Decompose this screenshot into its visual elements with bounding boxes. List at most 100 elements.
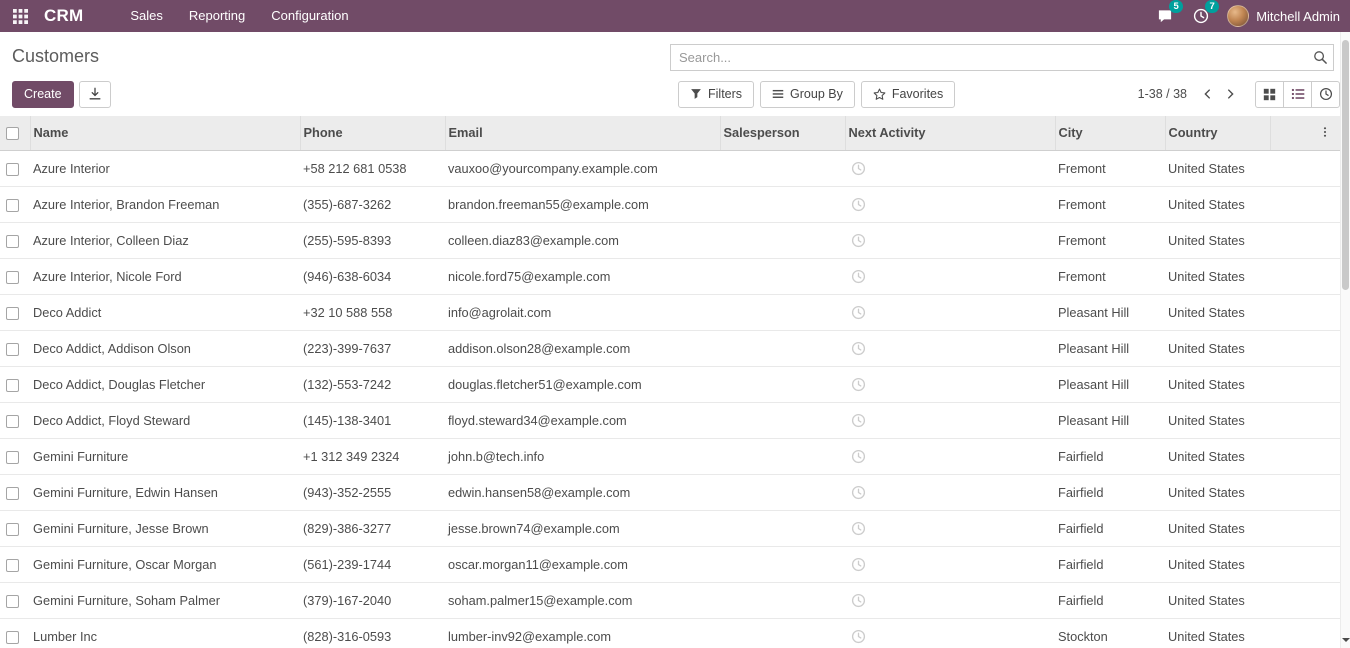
search-icon[interactable] [1307,45,1333,70]
app-title[interactable]: CRM [44,6,83,26]
cell-salesperson [720,186,845,222]
favorites-button[interactable]: Favorites [861,81,955,108]
cell-phone: (829)-386-3277 [300,510,445,546]
cell-email: john.b@tech.info [445,438,720,474]
activity-clock-icon[interactable] [851,233,866,248]
column-header-country[interactable]: Country [1165,116,1270,150]
filters-button[interactable]: Filters [678,81,754,108]
customer-list: Name Phone Email Salesperson Next Activi… [0,116,1340,648]
table-row[interactable]: Gemini Furniture +1 312 349 2324 john.b@… [0,438,1340,474]
group-by-button[interactable]: Group By [760,81,855,108]
cell-filler [1270,510,1340,546]
cell-country: United States [1165,618,1270,648]
scrollbar-down-arrow[interactable] [1341,634,1350,648]
activities-menu[interactable]: 7 [1191,5,1211,27]
table-row[interactable]: Gemini Furniture, Jesse Brown (829)-386-… [0,510,1340,546]
vertical-dots-icon [1319,125,1331,139]
pager-next-button[interactable] [1219,82,1241,106]
cell-email: brandon.freeman55@example.com [445,186,720,222]
row-checkbox[interactable] [6,271,19,284]
row-checkbox-cell [0,510,30,546]
activity-clock-icon[interactable] [851,629,866,644]
row-checkbox-cell [0,258,30,294]
table-row[interactable]: Lumber Inc (828)-316-0593 lumber-inv92@e… [0,618,1340,648]
row-checkbox[interactable] [6,487,19,500]
menu-reporting[interactable]: Reporting [176,0,258,32]
apps-grid-icon[interactable] [6,0,34,32]
activity-clock-icon[interactable] [851,449,866,464]
row-checkbox[interactable] [6,523,19,536]
cell-next-activity [845,150,1055,186]
search-input[interactable] [671,50,1307,65]
row-checkbox[interactable] [6,595,19,608]
row-checkbox-cell [0,150,30,186]
optional-columns-cell [1270,116,1340,150]
cell-phone: (145)-138-3401 [300,402,445,438]
table-row[interactable]: Gemini Furniture, Oscar Morgan (561)-239… [0,546,1340,582]
row-checkbox[interactable] [6,379,19,392]
activity-view-button[interactable] [1311,81,1340,108]
row-checkbox[interactable] [6,307,19,320]
activity-clock-icon[interactable] [851,593,866,608]
row-checkbox[interactable] [6,631,19,644]
column-header-email[interactable]: Email [445,116,720,150]
row-checkbox[interactable] [6,235,19,248]
row-checkbox[interactable] [6,163,19,176]
activity-clock-icon[interactable] [851,269,866,284]
activity-clock-icon[interactable] [851,521,866,536]
table-row[interactable]: Gemini Furniture, Edwin Hansen (943)-352… [0,474,1340,510]
create-button[interactable]: Create [12,81,74,108]
activity-clock-icon[interactable] [851,557,866,572]
vertical-scrollbar [1340,32,1350,648]
activity-clock-icon[interactable] [851,161,866,176]
cell-country: United States [1165,186,1270,222]
activity-clock-icon[interactable] [851,485,866,500]
column-header-phone[interactable]: Phone [300,116,445,150]
control-panel: Customers Create Filters Group By [0,32,1350,116]
pager-previous-button[interactable] [1197,82,1219,106]
cell-country: United States [1165,258,1270,294]
table-row[interactable]: Deco Addict +32 10 588 558 info@agrolait… [0,294,1340,330]
column-header-name[interactable]: Name [30,116,300,150]
activity-clock-icon[interactable] [851,341,866,356]
cell-name: Gemini Furniture, Edwin Hansen [30,474,300,510]
export-button[interactable] [79,81,111,108]
column-header-city[interactable]: City [1055,116,1165,150]
row-checkbox[interactable] [6,451,19,464]
column-header-next-activity[interactable]: Next Activity [845,116,1055,150]
cell-salesperson [720,618,845,648]
kanban-view-button[interactable] [1255,81,1284,108]
navbar-systray: 5 7 Mitchell Admin [1155,5,1340,27]
table-row[interactable]: Azure Interior, Brandon Freeman (355)-68… [0,186,1340,222]
activity-clock-icon[interactable] [851,197,866,212]
table-row[interactable]: Azure Interior, Colleen Diaz (255)-595-8… [0,222,1340,258]
list-view-icon [1291,87,1305,101]
column-header-salesperson[interactable]: Salesperson [720,116,845,150]
activity-clock-icon[interactable] [851,413,866,428]
search-options: Filters Group By Favorites [678,81,955,108]
optional-columns-toggle[interactable] [1316,123,1334,141]
cell-country: United States [1165,294,1270,330]
row-checkbox[interactable] [6,343,19,356]
row-checkbox[interactable] [6,415,19,428]
list-view-button[interactable] [1283,81,1312,108]
activity-clock-icon[interactable] [851,305,866,320]
scrollbar-thumb[interactable] [1342,40,1349,290]
table-row[interactable]: Gemini Furniture, Soham Palmer (379)-167… [0,582,1340,618]
cell-email: floyd.steward34@example.com [445,402,720,438]
cell-next-activity [845,258,1055,294]
cell-next-activity [845,294,1055,330]
table-row[interactable]: Deco Addict, Floyd Steward (145)-138-340… [0,402,1340,438]
row-checkbox[interactable] [6,199,19,212]
table-row[interactable]: Deco Addict, Addison Olson (223)-399-763… [0,330,1340,366]
menu-sales[interactable]: Sales [117,0,176,32]
menu-configuration[interactable]: Configuration [258,0,361,32]
messages-menu[interactable]: 5 [1155,5,1175,27]
table-row[interactable]: Deco Addict, Douglas Fletcher (132)-553-… [0,366,1340,402]
table-row[interactable]: Azure Interior +58 212 681 0538 vauxoo@y… [0,150,1340,186]
select-all-checkbox[interactable] [6,127,19,140]
user-menu[interactable]: Mitchell Admin [1227,5,1340,27]
table-row[interactable]: Azure Interior, Nicole Ford (946)-638-60… [0,258,1340,294]
activity-clock-icon[interactable] [851,377,866,392]
row-checkbox[interactable] [6,559,19,572]
